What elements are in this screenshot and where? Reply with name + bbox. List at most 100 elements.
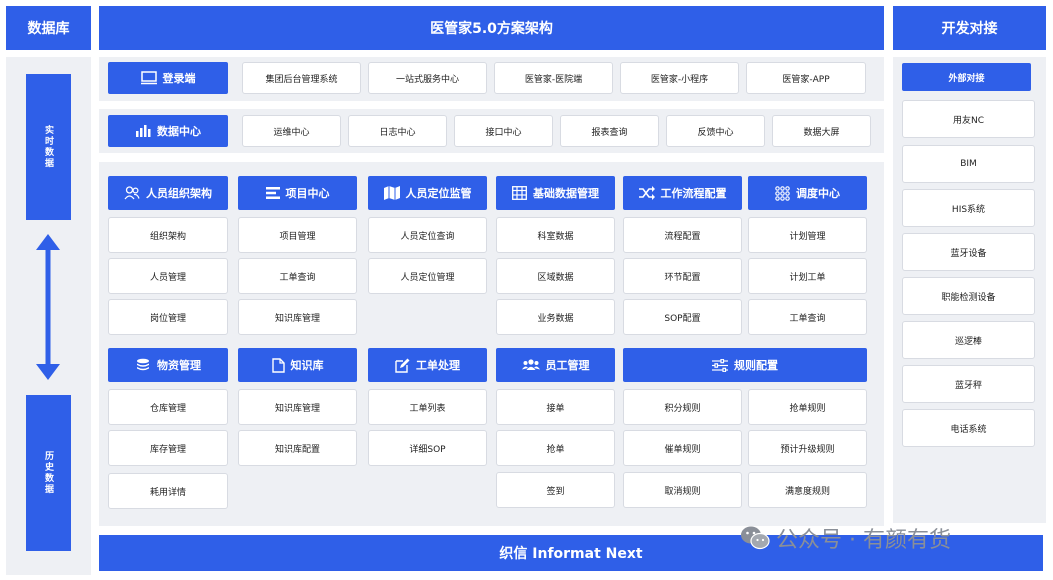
module-item[interactable]: 知识库配置 <box>238 430 357 466</box>
module-title: 工单处理 <box>416 359 460 372</box>
datacenter-item[interactable]: 运维中心 <box>242 115 341 147</box>
module-header[interactable]: 人员定位监管 <box>368 176 487 210</box>
module-header[interactable]: 基础数据管理 <box>496 176 615 210</box>
integration-item[interactable]: 蓝牙秤 <box>902 365 1035 403</box>
module-item[interactable]: 计划工单 <box>748 258 867 294</box>
module-header[interactable]: 项目中心 <box>238 176 357 210</box>
module-item[interactable]: 人员定位查询 <box>368 217 487 253</box>
login-item[interactable]: 集团后台管理系统 <box>242 62 361 94</box>
login-item[interactable]: 医管家-小程序 <box>620 62 739 94</box>
datacenter-item[interactable]: 接口中心 <box>454 115 553 147</box>
module-item[interactable]: 签到 <box>496 472 615 508</box>
integration-item[interactable]: HIS系统 <box>902 189 1035 227</box>
datacenter-label-text: 数据中心 <box>157 125 201 138</box>
realtime-data-block: 实时数据 <box>26 74 71 220</box>
login-item[interactable]: 一站式服务中心 <box>368 62 487 94</box>
integration-item[interactable]: BIM <box>902 145 1035 183</box>
module-item[interactable]: 人员定位管理 <box>368 258 487 294</box>
module-item[interactable]: 环节配置 <box>623 258 742 294</box>
login-item[interactable]: 医管家-医院端 <box>494 62 613 94</box>
grid-icon <box>512 186 527 200</box>
shuffle-icon <box>638 186 655 200</box>
login-label: 登录端 <box>108 62 228 94</box>
integration-item[interactable]: 电话系统 <box>902 409 1035 447</box>
module-header[interactable]: 物资管理 <box>108 348 228 382</box>
datacenter-label: 数据中心 <box>108 115 228 147</box>
integration-item[interactable]: 蓝牙设备 <box>902 233 1035 271</box>
wechat-icon <box>741 526 770 550</box>
list-icon <box>265 187 280 199</box>
module-title: 人员组织架构 <box>146 187 212 200</box>
module-item[interactable]: 项目管理 <box>238 217 357 253</box>
module-item[interactable]: 抢单 <box>496 430 615 466</box>
module-title: 规则配置 <box>734 359 778 372</box>
module-item[interactable]: 满意度规则 <box>748 472 867 508</box>
datacenter-item[interactable]: 数据大屏 <box>772 115 871 147</box>
module-item[interactable]: 科室数据 <box>496 217 615 253</box>
module-item[interactable]: 工单查询 <box>748 299 867 335</box>
module-item[interactable]: 岗位管理 <box>108 299 228 335</box>
monitor-icon <box>140 71 157 85</box>
module-title: 基础数据管理 <box>533 187 599 200</box>
module-header[interactable]: 规则配置 <box>623 348 867 382</box>
module-item[interactable]: 耗用详情 <box>108 473 228 509</box>
module-title: 知识库 <box>290 359 324 372</box>
module-header[interactable]: 员工管理 <box>496 348 615 382</box>
module-item[interactable]: 预计升级规则 <box>748 430 867 466</box>
module-title: 员工管理 <box>545 359 590 372</box>
module-item[interactable]: 计划管理 <box>748 217 867 253</box>
datacenter-item[interactable]: 日志中心 <box>348 115 447 147</box>
login-item[interactable]: 医管家-APP <box>746 62 866 94</box>
map-icon <box>383 186 400 200</box>
datacenter-item[interactable]: 反馈中心 <box>666 115 765 147</box>
coins-icon <box>137 358 149 371</box>
bar-chart-icon <box>136 125 151 137</box>
right-header: 开发对接 <box>893 6 1046 50</box>
module-header[interactable]: 工作流程配置 <box>623 176 742 210</box>
team-icon <box>521 359 540 370</box>
edit-icon <box>395 358 410 373</box>
module-item[interactable]: 组织架构 <box>108 217 228 253</box>
people-icon <box>124 186 140 200</box>
module-title: 物资管理 <box>157 359 201 372</box>
module-item[interactable]: 接单 <box>496 389 615 425</box>
left-header: 数据库 <box>6 6 91 50</box>
module-header[interactable]: 工单处理 <box>368 348 487 382</box>
module-item[interactable]: 知识库管理 <box>238 299 357 335</box>
module-item[interactable]: 区域数据 <box>496 258 615 294</box>
module-item[interactable]: 抢单规则 <box>748 389 867 425</box>
module-header[interactable]: 知识库 <box>238 348 357 382</box>
module-title: 工作流程配置 <box>660 187 727 200</box>
double-arrow-icon <box>34 234 62 380</box>
history-data-block: 历史数据 <box>26 395 71 551</box>
watermark-text: 公众号 · 有颜有货 <box>776 528 951 553</box>
watermark: 公众号 · 有颜有货 <box>740 522 951 554</box>
module-item[interactable]: 详细SOP <box>368 430 487 466</box>
module-item[interactable]: 积分规则 <box>623 389 742 425</box>
dots-icon <box>775 185 790 201</box>
integration-item[interactable]: 巡逻棒 <box>902 321 1035 359</box>
module-header[interactable]: 调度中心 <box>748 176 867 210</box>
module-item[interactable]: 取消规则 <box>623 472 742 508</box>
module-title: 人员定位监管 <box>405 187 472 200</box>
integration-item[interactable]: 职能检测设备 <box>902 277 1035 315</box>
datacenter-item[interactable]: 报表查询 <box>560 115 659 147</box>
module-title: 项目中心 <box>285 187 330 200</box>
module-item[interactable]: 业务数据 <box>496 299 615 335</box>
module-header[interactable]: 人员组织架构 <box>108 176 228 210</box>
module-item[interactable]: 知识库管理 <box>238 389 357 425</box>
module-item[interactable]: 工单查询 <box>238 258 357 294</box>
module-item[interactable]: SOP配置 <box>623 299 742 335</box>
doc-icon <box>271 357 285 373</box>
integration-item[interactable]: 用友NC <box>902 100 1035 138</box>
module-title: 调度中心 <box>796 187 840 200</box>
module-item[interactable]: 催单规则 <box>623 430 742 466</box>
module-item[interactable]: 工单列表 <box>368 389 487 425</box>
external-integration-label: 外部对接 <box>902 63 1031 91</box>
module-item[interactable]: 流程配置 <box>623 217 742 253</box>
module-item[interactable]: 库存管理 <box>108 430 228 466</box>
sliders-icon <box>712 358 728 372</box>
module-item[interactable]: 人员管理 <box>108 258 228 294</box>
module-item[interactable]: 仓库管理 <box>108 389 228 425</box>
login-label-text: 登录端 <box>162 72 196 85</box>
